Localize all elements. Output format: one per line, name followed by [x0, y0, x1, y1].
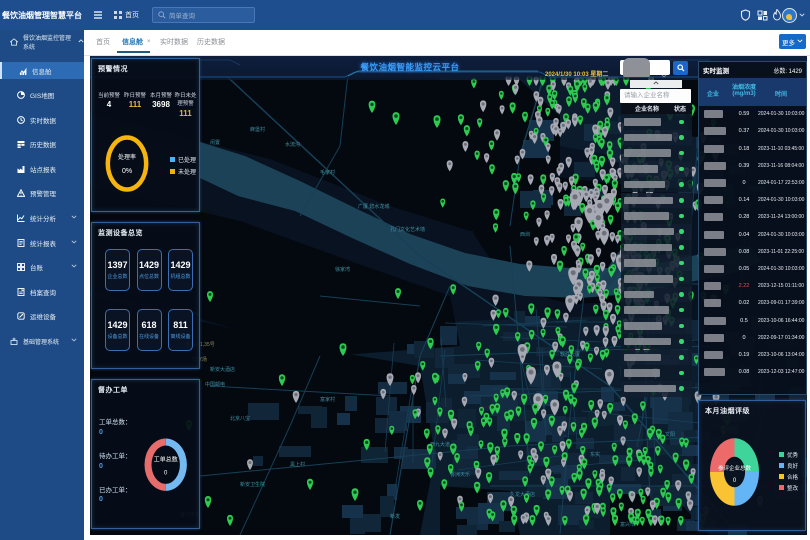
svg-text:中国邮电: 中国邮电 [205, 381, 225, 388]
svg-text:文阳: 文阳 [665, 431, 675, 438]
svg-text:西圳: 西圳 [520, 231, 530, 238]
svg-text:东实: 东实 [590, 451, 600, 458]
svg-text:新安大酒店: 新安大酒店 [210, 366, 235, 373]
svg-text:麻堡村: 麻堡村 [250, 126, 265, 133]
svg-text:广厦 碧水龙城: 广厦 碧水龙城 [358, 203, 389, 210]
svg-text:新发: 新发 [390, 513, 400, 520]
svg-text:水流沟: 水流沟 [285, 141, 300, 148]
svg-text:整改: 整改 [787, 484, 799, 492]
svg-text:香洲天乐: 香洲天乐 [450, 471, 470, 478]
svg-text:0: 0 [733, 478, 737, 484]
svg-text:优秀: 优秀 [787, 451, 799, 459]
svg-text:闲置: 闲置 [210, 139, 220, 146]
svg-text:西九大道: 西九大道 [430, 441, 450, 448]
svg-text:毛家村: 毛家村 [320, 169, 335, 176]
svg-text:0: 0 [164, 471, 168, 477]
svg-text:新安卫生院: 新安卫生院 [240, 481, 265, 488]
svg-text:北京八宝: 北京八宝 [230, 415, 250, 422]
svg-text:富家村: 富家村 [320, 396, 335, 403]
svg-text:孔门文化艺术墙: 孔门文化艺术墙 [390, 226, 425, 233]
svg-text:良好: 良好 [787, 462, 799, 470]
svg-text:久龙大酒店: 久龙大酒店 [510, 491, 535, 498]
svg-text:已处理: 已处理 [178, 156, 196, 164]
svg-text:处理率: 处理率 [118, 153, 136, 161]
svg-text:黑上村: 黑上村 [290, 461, 305, 468]
svg-text:参评企业总数: 参评企业总数 [718, 464, 752, 472]
svg-text:0%: 0% [122, 168, 132, 175]
svg-text:未处理: 未处理 [178, 168, 196, 176]
svg-text:工单总数: 工单总数 [154, 456, 178, 464]
svg-text:徐家湾: 徐家湾 [335, 266, 350, 273]
svg-text:合格: 合格 [787, 473, 799, 481]
